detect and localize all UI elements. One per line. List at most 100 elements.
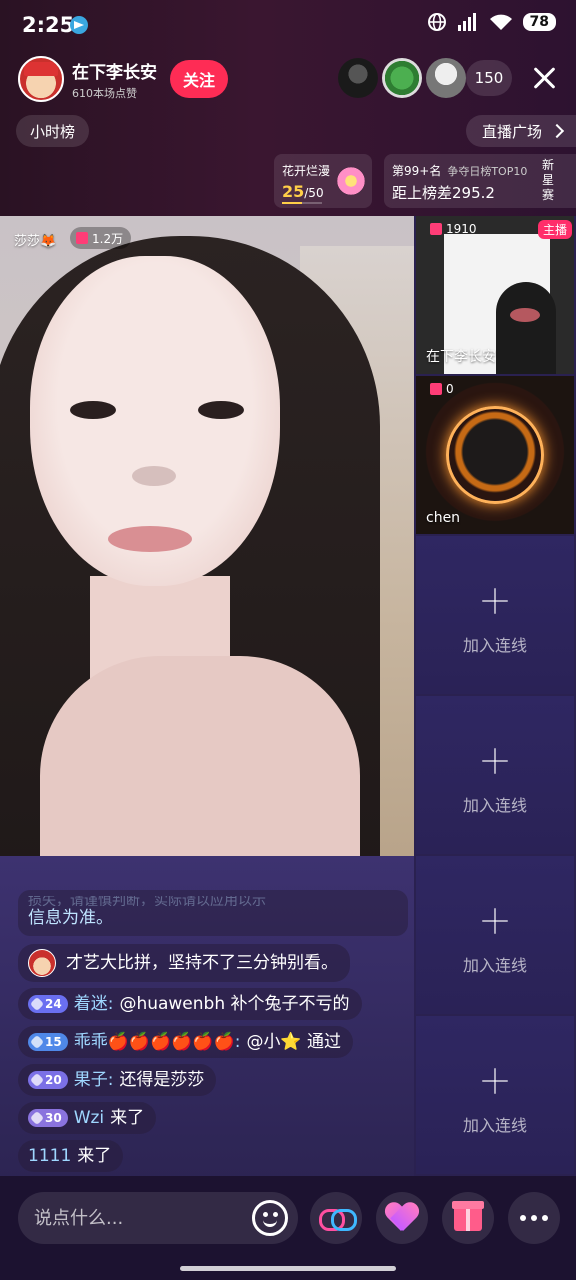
rank-card[interactable]: 第99+名 争夺日榜TOP10 距上榜差295.2 新星赛 [384, 154, 576, 208]
flower-icon [334, 166, 368, 196]
streamer-score-value: 1.2万 [92, 231, 124, 246]
rank-side-label: 新星赛 [542, 158, 555, 202]
level-badge: 15 [28, 1033, 68, 1051]
rank-line: 第99+名 争夺日榜TOP10 [392, 162, 527, 179]
link-button[interactable] [310, 1192, 362, 1244]
status-icons: 78 [427, 12, 556, 32]
bottom-bar [0, 1176, 576, 1280]
viewer-avatar[interactable] [338, 58, 378, 98]
comment-text: @huawenbh 补个兔子不亏的 [119, 994, 350, 1014]
flower-task-card[interactable]: 花开烂漫 25/50 [274, 154, 372, 208]
mouth [108, 526, 192, 552]
flower-total: /50 [304, 186, 324, 200]
gift-icon [430, 383, 442, 395]
join-label: 加入连线 [462, 796, 527, 815]
gift-button[interactable] [442, 1192, 494, 1244]
status-time: 2:25 [22, 13, 75, 37]
streamer-face [30, 256, 280, 586]
join-slot[interactable]: 加入连线 [416, 1016, 574, 1174]
viewer-avatar[interactable] [382, 58, 422, 98]
comment-item[interactable]: 24 着迷: @huawenbh 补个兔子不亏的 [18, 988, 362, 1020]
globe-icon [427, 13, 446, 31]
comment-user[interactable]: 着迷: [74, 993, 114, 1015]
join-label: 加入连线 [462, 956, 527, 975]
cohost-cell-guest[interactable]: 0 chen [416, 376, 574, 534]
signal-icon [457, 13, 476, 31]
chevron-right-icon [549, 123, 565, 139]
top-viewers[interactable] [338, 58, 466, 98]
host-avatar[interactable] [18, 56, 64, 102]
rank-position: 第99+名 [392, 164, 442, 178]
comment-text: @小⭐ 通过 [246, 1032, 342, 1052]
comment-feed[interactable]: 损失，请谨慎判断，实际请以应用以示 信息为准。 才艺大比拼，坚持不了三分钟别看。… [18, 890, 408, 1178]
join-slot[interactable]: 加入连线 [416, 536, 574, 694]
dog-figure [496, 282, 556, 374]
plus-icon [482, 748, 508, 774]
comment-item[interactable]: 30 Wzi 来了 [18, 1102, 157, 1134]
more-icon [520, 1215, 548, 1221]
streamer-name[interactable]: 莎莎🦊 [14, 230, 56, 249]
gift-icon [430, 223, 442, 235]
comment-text: 来了 [77, 1146, 112, 1166]
status-bar: 2:25 78 [0, 0, 576, 50]
eye [198, 401, 244, 419]
comment-text: 来了 [110, 1108, 145, 1128]
plus-icon [482, 1068, 508, 1094]
link-icon [319, 1209, 357, 1231]
comment-input[interactable] [34, 1192, 244, 1244]
cell-name: 在下李长安 [426, 349, 496, 365]
plus-icon [482, 908, 508, 934]
rank-gap: 距上榜差295.2 [392, 184, 495, 202]
home-indicator[interactable] [180, 1266, 396, 1271]
comment-item[interactable]: 15 乖乖🍎🍎🍎🍎🍎🍎: @小⭐ 通过 [18, 1026, 354, 1058]
eye [70, 401, 116, 419]
viewer-avatar[interactable] [426, 58, 466, 98]
live-plaza-button[interactable]: 直播广场 [465, 115, 576, 147]
cell-gift-count: 1910 [430, 222, 477, 236]
streamer-shoulders [40, 656, 360, 876]
viewer-count-button[interactable]: 150 [466, 60, 512, 96]
follow-button[interactable]: 关注 [170, 60, 228, 98]
join-label: 加入连线 [462, 1116, 527, 1135]
comment-item[interactable]: 20 果子: 还得是莎莎 [18, 1064, 217, 1096]
battery-indicator: 78 [522, 13, 556, 31]
telegram-icon [70, 16, 88, 34]
flower-progress-fill [282, 202, 302, 204]
notice-text: 信息为准。 [28, 908, 113, 928]
system-notice: 损失，请谨慎判断，实际请以应用以示 信息为准。 [18, 890, 408, 936]
comment-user[interactable]: 1111 [28, 1145, 71, 1167]
like-button[interactable] [376, 1192, 428, 1244]
hour-rank-button[interactable]: 小时榜 [16, 115, 90, 147]
heart-icon [386, 1203, 418, 1233]
plus-icon [482, 588, 508, 614]
host-comment-text: 才艺大比拼，坚持不了三分钟别看。 [66, 953, 338, 973]
rank-board: 争夺日榜TOP10 [447, 165, 528, 178]
flower-task-progress: 25/50 [282, 182, 324, 201]
cohost-cell-host[interactable]: 1910 主播 在下李长安 [416, 216, 574, 374]
comment-user[interactable]: 乖乖🍎🍎🍎🍎🍎🍎: [74, 1031, 241, 1053]
join-slot[interactable]: 加入连线 [416, 696, 574, 854]
cell-gift-count: 0 [430, 382, 454, 396]
nose [132, 466, 176, 486]
more-button[interactable] [508, 1192, 560, 1244]
comment-item[interactable]: 1111 来了 [18, 1140, 124, 1172]
comment-user[interactable]: Wzi [74, 1107, 104, 1129]
flower-progress-bar [282, 202, 322, 204]
host-comment-avatar [28, 949, 56, 977]
emoji-icon[interactable] [252, 1200, 288, 1236]
host-info[interactable]: 在下李长安 610本场点赞 [18, 56, 157, 102]
cell-gift-count-value: 1910 [446, 222, 477, 236]
comment-input-container[interactable] [18, 1192, 298, 1244]
host-likes: 610本场点赞 [72, 86, 137, 100]
notice-faded-text: 损失，请谨慎判断，实际请以应用以示 [28, 896, 266, 906]
gift-icon [76, 232, 88, 244]
comment-user[interactable]: 果子: [74, 1069, 114, 1091]
level-badge: 30 [28, 1109, 68, 1127]
host-comment[interactable]: 才艺大比拼，坚持不了三分钟别看。 [18, 944, 350, 982]
streamer-score[interactable]: 1.2万 [70, 227, 132, 249]
wifi-icon [489, 14, 512, 30]
close-icon[interactable] [528, 62, 560, 94]
level-badge: 20 [28, 1071, 68, 1089]
level-badge: 24 [28, 995, 68, 1013]
join-slot[interactable]: 加入连线 [416, 856, 574, 1014]
